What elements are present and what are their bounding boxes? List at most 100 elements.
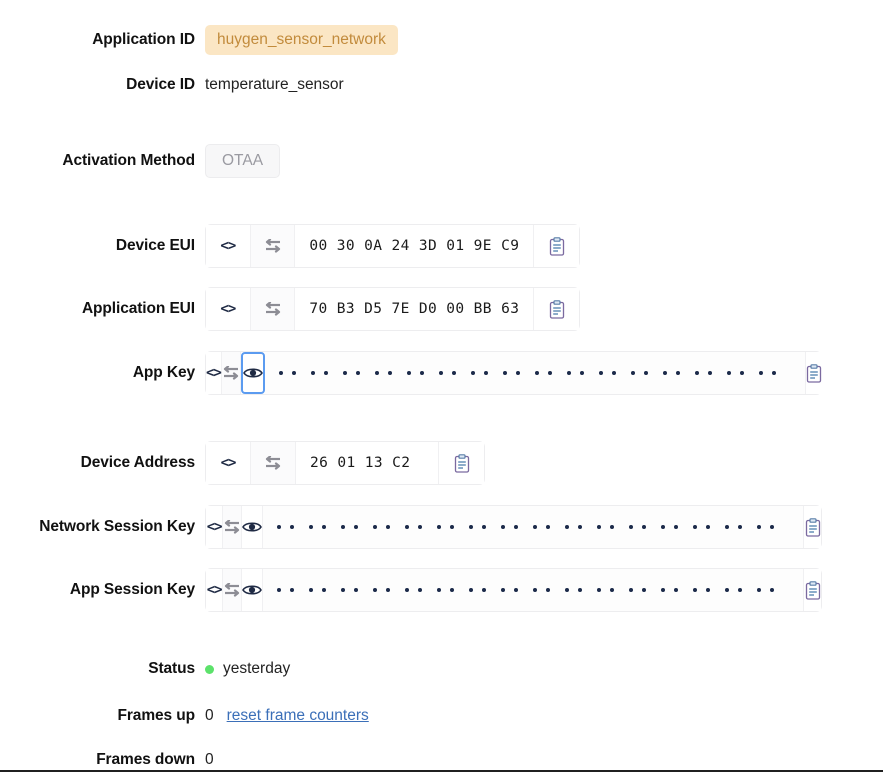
masked-dot-pair xyxy=(406,371,424,375)
code-format-button[interactable]: <> xyxy=(206,569,224,611)
masked-dot xyxy=(597,525,602,529)
masked-dot xyxy=(355,371,360,375)
masked-dot xyxy=(354,588,359,592)
label-frames-up: Frames up xyxy=(117,707,196,724)
label-status: Status xyxy=(148,660,195,677)
masked-dot xyxy=(387,371,392,375)
app-session-key-masked-value[interactable] xyxy=(263,569,805,611)
app-key-masked-value[interactable] xyxy=(264,352,806,394)
masked-dot xyxy=(546,525,551,529)
code-icon: <> xyxy=(206,582,223,598)
frames-down-value: 0 xyxy=(205,751,214,768)
masked-dot-pair xyxy=(470,371,488,375)
swap-icon xyxy=(225,583,240,597)
app-key-input-group: <> xyxy=(205,351,822,395)
masked-dot-pair xyxy=(566,371,584,375)
masked-dot xyxy=(642,525,647,529)
masked-dot xyxy=(483,371,488,375)
masked-dot-pair xyxy=(725,525,743,529)
masked-dot xyxy=(758,371,763,375)
masked-dot-pair xyxy=(757,588,775,592)
code-format-button[interactable]: <> xyxy=(206,506,224,548)
toggle-app-key-visibility-button[interactable] xyxy=(240,352,265,394)
device-id-value: temperature_sensor xyxy=(205,76,344,93)
masked-dot xyxy=(770,588,775,592)
byte-order-swap-button[interactable] xyxy=(223,506,243,548)
code-format-button[interactable]: <> xyxy=(206,225,251,267)
masked-dot xyxy=(419,371,424,375)
code-format-button[interactable]: <> xyxy=(206,352,222,394)
masked-dot xyxy=(629,588,634,592)
application-id-badge[interactable]: huygen_sensor_network xyxy=(205,25,398,56)
masked-dot-pair xyxy=(341,525,359,529)
toggle-app-session-key-visibility-button[interactable] xyxy=(242,569,264,611)
code-format-button[interactable]: <> xyxy=(206,442,251,484)
masked-dot xyxy=(739,371,744,375)
masked-dot-pair xyxy=(661,588,679,592)
device-overview-page: Application ID huygen_sensor_network Dev… xyxy=(0,0,883,772)
row-application-id: Application ID huygen_sensor_network xyxy=(0,25,398,56)
label-activation-method: Activation Method xyxy=(62,152,195,170)
masked-dot xyxy=(374,371,379,375)
code-format-button[interactable]: <> xyxy=(206,288,251,330)
byte-order-swap-button[interactable] xyxy=(221,352,241,394)
masked-dot xyxy=(501,588,506,592)
masked-dot-pair xyxy=(310,371,328,375)
byte-order-swap-button[interactable] xyxy=(250,225,296,267)
activation-method-badge[interactable]: OTAA xyxy=(205,144,281,179)
copy-app-session-key-button[interactable] xyxy=(804,569,821,611)
masked-dot xyxy=(482,525,487,529)
masked-dot-pair xyxy=(757,525,775,529)
byte-order-swap-button[interactable] xyxy=(223,569,243,611)
masked-dot xyxy=(706,525,711,529)
copy-device-address-button[interactable] xyxy=(439,442,484,484)
masked-dot xyxy=(437,525,442,529)
copy-app-key-button[interactable] xyxy=(805,352,822,394)
eye-icon xyxy=(242,368,263,378)
row-device-id: Device ID temperature_sensor xyxy=(0,76,344,94)
masked-dot-pair xyxy=(597,588,615,592)
masked-dot xyxy=(611,371,616,375)
byte-order-swap-button[interactable] xyxy=(250,288,296,330)
copy-network-session-key-button[interactable] xyxy=(804,506,821,548)
copy-application-eui-button[interactable] xyxy=(534,288,579,330)
reset-frame-counters-link[interactable]: reset frame counters xyxy=(227,707,369,725)
label-device-id: Device ID xyxy=(126,76,195,93)
masked-dot xyxy=(629,525,634,529)
device-eui-value[interactable]: 00 30 0A 24 3D 01 9E C9 xyxy=(295,225,535,267)
masked-dot xyxy=(291,371,296,375)
label-app-key: App Key xyxy=(132,364,195,381)
device-address-value[interactable]: 26 01 13 C2 xyxy=(296,442,439,484)
masked-dot xyxy=(322,525,327,529)
masked-dot xyxy=(514,588,519,592)
masked-dot xyxy=(373,588,378,592)
application-eui-value[interactable]: 70 B3 D5 7E D0 00 BB 63 xyxy=(295,288,535,330)
masked-dot xyxy=(450,588,455,592)
byte-order-swap-button[interactable] xyxy=(251,442,296,484)
copy-device-eui-button[interactable] xyxy=(534,225,579,267)
masked-dot xyxy=(643,371,648,375)
clipboard-icon xyxy=(806,363,822,383)
masked-dot-pair xyxy=(277,588,295,592)
code-icon: <> xyxy=(220,238,236,254)
masked-dot xyxy=(738,588,743,592)
masked-dot-pair xyxy=(405,588,423,592)
masked-dot xyxy=(309,525,314,529)
masked-dots xyxy=(278,371,791,375)
masked-dot xyxy=(534,371,539,375)
masked-dot xyxy=(757,525,762,529)
code-icon: <> xyxy=(206,365,222,381)
status-indicator-dot xyxy=(205,664,214,674)
masked-dot-pair xyxy=(437,588,455,592)
row-device-eui: Device EUI <> 00 30 0A 24 3D 01 9E C9 xyxy=(0,224,580,268)
masked-dot xyxy=(693,588,698,592)
masked-dot xyxy=(309,588,314,592)
row-application-eui: Application EUI <> 70 B3 D5 7E D0 00 BB … xyxy=(0,287,580,331)
swap-icon xyxy=(265,302,280,316)
device-eui-input-group: <> 00 30 0A 24 3D 01 9E C9 xyxy=(205,224,580,268)
masked-dot-pair xyxy=(438,371,456,375)
toggle-network-session-key-visibility-button[interactable] xyxy=(242,506,264,548)
row-frames-up: Frames up 0 reset frame counters xyxy=(0,707,369,725)
network-session-key-masked-value[interactable] xyxy=(263,506,805,548)
code-icon: <> xyxy=(220,455,237,471)
